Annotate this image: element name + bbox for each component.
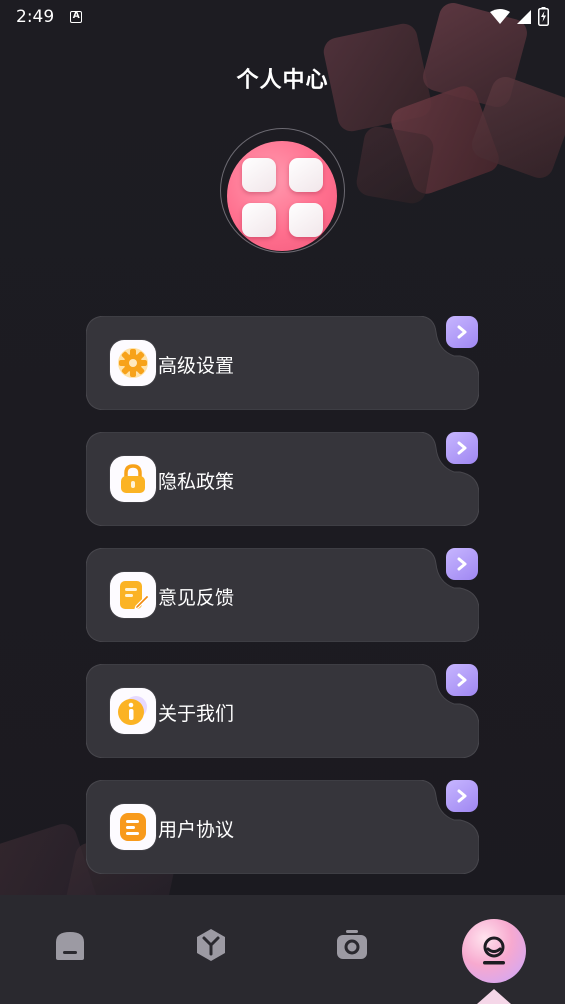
nav-camera[interactable] [332,925,372,965]
chevron-right-button[interactable] [446,432,478,464]
notification-icon: A [70,11,83,23]
menu-item-advanced-settings[interactable]: 高级设置 [86,316,479,410]
y-icon [197,929,225,961]
menu-label: 意见反馈 [158,587,235,609]
signal-icon [517,9,531,24]
menu-item-feedback[interactable]: 意见反馈 [86,548,479,642]
bottom-nav [0,895,565,1004]
lock-icon [110,456,156,502]
nav-home[interactable] [50,925,90,965]
nav-y[interactable] [191,925,231,965]
chevron-right-icon [457,673,467,687]
app-grid-tile [242,158,276,192]
chevron-right-button[interactable] [446,664,478,696]
camera-icon [337,930,367,959]
profile-screen: 2:49 A 个人中心 高级设置 隐私政策 意见反馈 关于我们 用户协议 [0,0,565,1004]
chevron-right-button[interactable] [446,780,478,812]
status-bar: 2:49 A [0,0,565,34]
chevron-right-button[interactable] [446,316,478,348]
decorative-cube [354,124,436,206]
menu-item-user-agreement[interactable]: 用户协议 [86,780,479,874]
wifi-icon [490,8,510,24]
chevron-right-button[interactable] [446,548,478,580]
nav-profile[interactable] [462,919,526,983]
menu-label: 高级设置 [158,355,235,377]
chevron-right-icon [457,789,467,803]
app-grid-tile [242,203,276,237]
menu-item-about-us[interactable]: 关于我们 [86,664,479,758]
menu-label: 用户协议 [158,819,235,841]
chevron-right-icon [457,557,467,571]
chevron-right-icon [457,441,467,455]
chevron-right-icon [457,325,467,339]
gear-icon [110,340,156,386]
page-title: 个人中心 [236,68,329,93]
battery-icon [538,7,549,26]
app-grid-tile [289,158,323,192]
info-icon [110,688,156,734]
profile-icon [483,936,505,965]
avatar[interactable] [227,141,337,251]
menu-label: 隐私政策 [158,471,235,493]
active-indicator [477,989,511,1004]
document-icon [110,804,156,850]
menu-label: 关于我们 [158,703,235,725]
status-time: 2:49 [16,7,55,27]
menu-item-privacy-policy[interactable]: 隐私政策 [86,432,479,526]
status-indicators [490,7,549,26]
app-grid-tile [289,203,323,237]
feedback-note-icon [110,572,156,618]
home-icon [56,932,84,960]
